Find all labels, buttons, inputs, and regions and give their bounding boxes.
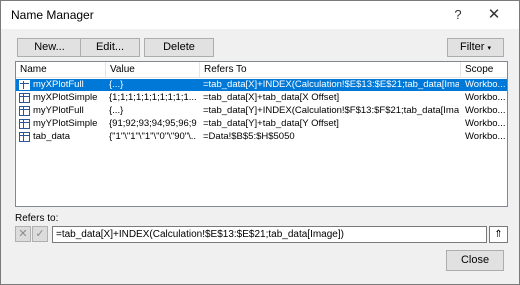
delete-button-label: Delete — [163, 41, 195, 53]
row-refers-to: =tab_data[Y]+tab_data[Y Offset] — [203, 118, 339, 129]
row-name: myXPlotSimple — [33, 92, 98, 103]
column-header-scope[interactable]: Scope — [461, 62, 507, 78]
column-header-refers-to[interactable]: Refers To — [200, 62, 461, 78]
edit-button[interactable]: Edit... — [80, 38, 140, 57]
list-item[interactable]: myYPlotFull {...} =tab_data[Y]+INDEX(Cal… — [16, 105, 507, 117]
filter-button-label: Filter — [459, 41, 485, 53]
named-range-icon — [19, 119, 30, 129]
refers-to-input[interactable]: =tab_data[X]+INDEX(Calculation!$E$13:$E$… — [52, 226, 487, 243]
filter-button[interactable]: Filter ▾ — [447, 38, 504, 57]
row-value: {1;1;1;1;1;1;1;1;1;1... — [109, 92, 197, 103]
name-manager-dialog: Name Manager ? ✕ New... Edit... Delete F… — [0, 0, 520, 285]
row-name: myYPlotSimple — [33, 118, 98, 129]
row-name: tab_data — [33, 131, 70, 142]
row-scope: Workbo... — [465, 92, 506, 103]
delete-button[interactable]: Delete — [144, 38, 214, 57]
row-refers-to: =tab_data[X]+tab_data[X Offset] — [203, 92, 340, 103]
names-list[interactable]: Name Value Refers To Scope myXPlotFull {… — [15, 61, 508, 207]
cancel-edit-icon[interactable]: ✕ — [15, 226, 31, 242]
row-scope: Workbo... — [465, 79, 506, 90]
list-header: Name Value Refers To Scope — [16, 62, 507, 78]
chevron-down-icon: ▾ — [487, 45, 492, 52]
confirm-edit-icon[interactable]: ✓ — [32, 226, 48, 242]
row-name: myYPlotFull — [33, 105, 84, 116]
row-refers-to: =Data!$B$5:$H$5050 — [203, 131, 295, 142]
row-value: {91;92;93;94;95;96;9... — [109, 118, 197, 129]
named-range-icon — [19, 106, 30, 116]
close-window-icon[interactable]: ✕ — [481, 5, 507, 25]
named-range-icon — [19, 132, 30, 142]
row-value: {...} — [109, 79, 124, 90]
close-button-label: Close — [460, 254, 490, 266]
row-value: {"1"\"1"\"1"\"0"\"90"\... — [109, 131, 197, 142]
close-button[interactable]: Close — [446, 250, 504, 271]
row-value: {...} — [109, 105, 124, 116]
row-scope: Workbo... — [465, 105, 506, 116]
list-item[interactable]: myXPlotFull {...} =tab_data[X]+INDEX(Cal… — [16, 79, 507, 91]
refers-to-label: Refers to: — [15, 213, 59, 224]
named-range-icon — [19, 80, 30, 90]
list-item[interactable]: myXPlotSimple {1;1;1;1;1;1;1;1;1;1... =t… — [16, 92, 507, 104]
column-header-value[interactable]: Value — [106, 62, 200, 78]
named-range-icon — [19, 93, 30, 103]
list-item[interactable]: tab_data {"1"\"1"\"1"\"0"\"90"\... =Data… — [16, 131, 507, 143]
edit-button-label: Edit... — [95, 41, 125, 53]
collapse-dialog-icon[interactable]: ⇑ — [489, 226, 508, 243]
row-scope: Workbo... — [465, 118, 506, 129]
new-button[interactable]: New... — [17, 38, 82, 57]
column-header-name[interactable]: Name — [16, 62, 106, 78]
title-bar: Name Manager ? ✕ — [1, 1, 519, 29]
new-button-label: New... — [34, 41, 65, 53]
row-scope: Workbo... — [465, 131, 506, 142]
refers-to-bar: ✕ ✓ =tab_data[X]+INDEX(Calculation!$E$13… — [15, 226, 508, 243]
list-item[interactable]: myYPlotSimple {91;92;93;94;95;96;9... =t… — [16, 118, 507, 130]
dialog-title: Name Manager — [11, 8, 94, 22]
help-button[interactable]: ? — [445, 5, 471, 25]
row-refers-to: =tab_data[X]+INDEX(Calculation!$E$13:$E$… — [203, 79, 459, 90]
row-refers-to: =tab_data[Y]+INDEX(Calculation!$F$13:$F$… — [203, 105, 459, 116]
row-name: myXPlotFull — [33, 79, 84, 90]
